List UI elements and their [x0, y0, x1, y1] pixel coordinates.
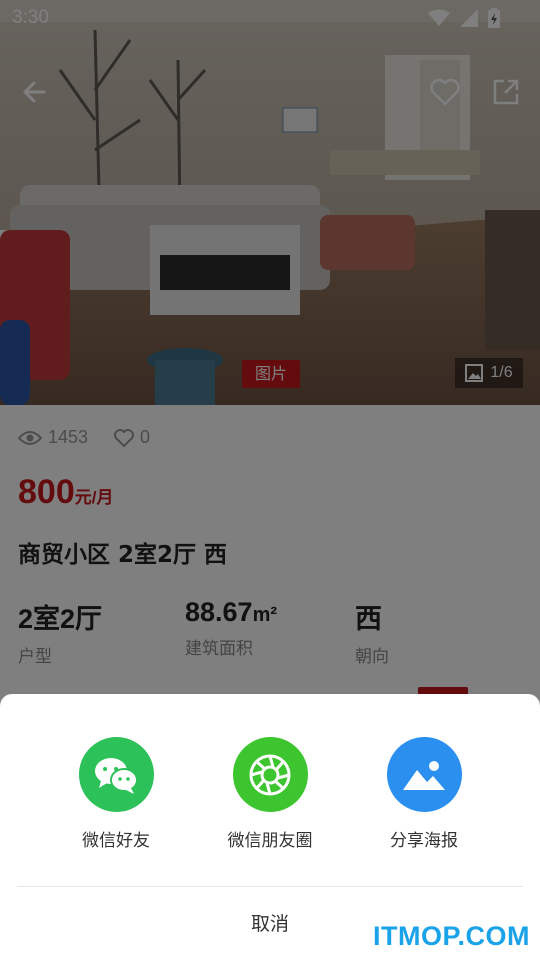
- share-wechat-moments[interactable]: 微信朋友圈: [200, 737, 340, 851]
- wechat-icon[interactable]: [78, 737, 154, 812]
- moments-icon[interactable]: [232, 737, 308, 812]
- share-label: 微信好友: [82, 831, 150, 851]
- share-poster[interactable]: 分享海报: [354, 737, 494, 851]
- divider: [17, 886, 523, 887]
- watermark: ITMOP.COM: [372, 921, 530, 951]
- share-label: 分享海报: [390, 831, 458, 851]
- share-label: 微信朋友圈: [227, 831, 313, 851]
- share-wechat-friend[interactable]: 微信好友: [46, 737, 186, 851]
- poster-icon[interactable]: [386, 737, 462, 812]
